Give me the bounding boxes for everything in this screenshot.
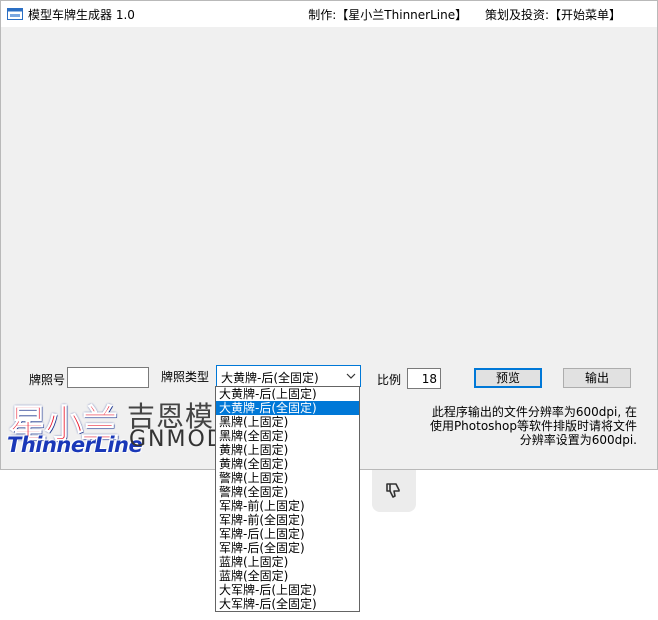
dropdown-option[interactable]: 大军牌-后(全固定) [216,597,359,611]
dropdown-option[interactable]: 军牌-后(全固定) [216,541,359,555]
scale-label: 比例 [377,373,402,387]
dropdown-option[interactable]: 黄牌(全固定) [216,457,359,471]
dropdown-option[interactable]: 大军牌-后(上固定) [216,583,359,597]
chevron-down-icon [346,370,356,382]
title-bar[interactable]: 模型车牌生成器 1.0 制作:【星小兰ThinnerLine】 策划及投资:【开… [1,1,657,27]
notice-line-2: 使用Photoshop等软件排版时请将文件 [429,419,637,433]
dropdown-option[interactable]: 黑牌(上固定) [216,415,359,429]
dropdown-option[interactable]: 军牌-后(上固定) [216,527,359,541]
export-button[interactable]: 输出 [563,368,631,388]
app-window-icon [7,8,23,20]
dropdown-option[interactable]: 大黄牌-后(上固定) [216,387,359,401]
dislike-button[interactable] [372,470,416,512]
dropdown-option[interactable]: 黄牌(上固定) [216,443,359,457]
plate-type-value: 大黄牌-后(全固定) [221,371,319,385]
notice-line-1: 此程序输出的文件分辨率为600dpi, 在 [431,405,637,419]
thumbs-down-icon [386,483,400,498]
logo-brand-en: ThinnerLine [7,433,143,457]
dropdown-option[interactable]: 大黄牌-后(全固定) [216,401,359,415]
plate-number-input[interactable] [67,367,149,388]
plate-number-label: 牌照号 [29,373,66,387]
sponsor-credit: 策划及投资:【开始菜单】 [484,8,621,22]
window-title: 模型车牌生成器 1.0 [28,8,135,22]
resolution-notice: 此程序输出的文件分辨率为600dpi, 在 使用Photoshop等软件排版时请… [421,405,637,447]
dropdown-option[interactable]: 警牌(上固定) [216,471,359,485]
dropdown-option[interactable]: 军牌-前(全固定) [216,513,359,527]
preview-button[interactable]: 预览 [474,368,542,388]
dropdown-option[interactable]: 蓝牌(上固定) [216,555,359,569]
author-credit: 制作:【星小兰ThinnerLine】 [308,8,468,22]
notice-line-3: 分辨率设置为600dpi. [519,433,637,447]
credits: 制作:【星小兰ThinnerLine】 策划及投资:【开始菜单】 [308,6,621,23]
scale-input[interactable] [407,368,441,389]
logo-partner-en: GNMODE [129,427,215,452]
plate-type-select[interactable]: 大黄牌-后(全固定) [216,365,361,387]
dropdown-option[interactable]: 黑牌(全固定) [216,429,359,443]
dropdown-option[interactable]: 警牌(全固定) [216,485,359,499]
plate-type-label: 牌照类型 [161,370,210,384]
plate-type-dropdown-list[interactable]: 大黄牌-后(上固定) 大黄牌-后(全固定) 黑牌(上固定) 黑牌(全固定) 黄牌(上固定… [215,386,360,612]
brand-logo: 星小兰 ThinnerLine 吉恩模 GNMODE [5,393,215,463]
dropdown-option[interactable]: 蓝牌(全固定) [216,569,359,583]
dropdown-option[interactable]: 军牌-前(上固定) [216,499,359,513]
